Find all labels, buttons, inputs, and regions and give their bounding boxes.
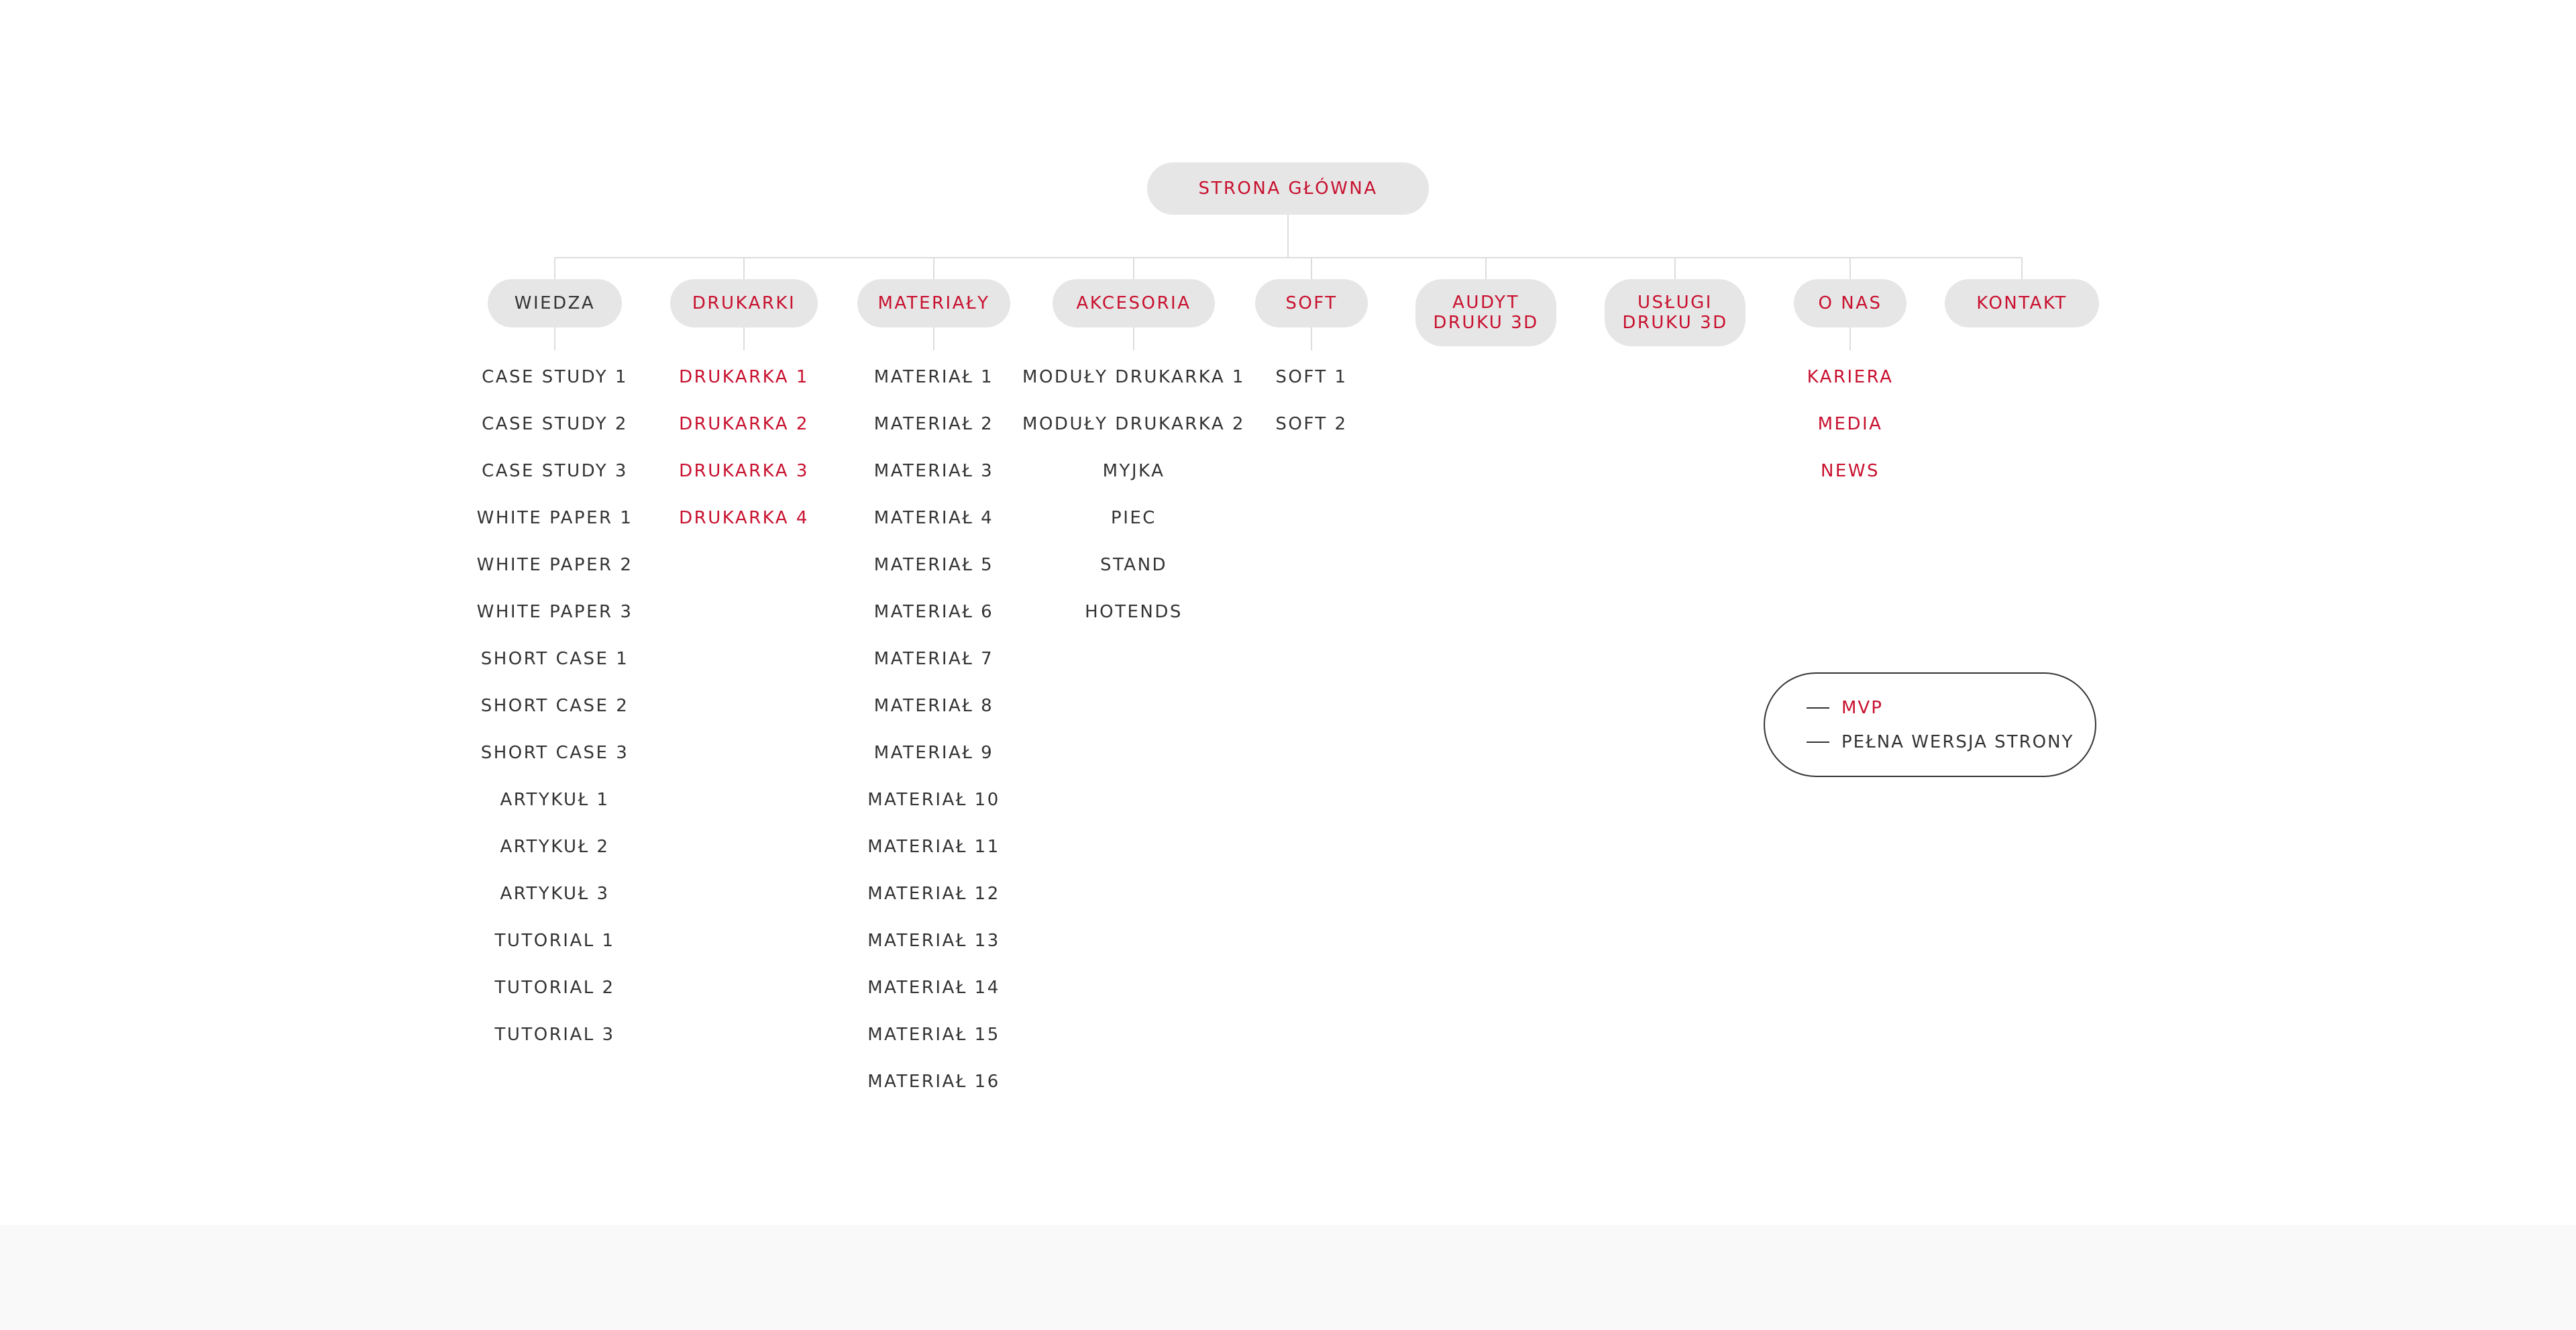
subpage-item[interactable]: MATERIAŁ 2: [874, 414, 994, 434]
subpage-item[interactable]: WHITE PAPER 1: [477, 508, 633, 528]
subpage-item[interactable]: CASE STUDY 1: [482, 367, 628, 387]
footer-band: [0, 1225, 2576, 1330]
subpage-item[interactable]: ARTYKUŁ 3: [500, 884, 609, 904]
node-soft[interactable]: SOFT: [1255, 279, 1368, 327]
subpage-item[interactable]: TUTORIAL 2: [494, 978, 614, 998]
subpage-item[interactable]: DRUKARKA 1: [679, 367, 809, 387]
subpage-item[interactable]: STAND: [1100, 555, 1167, 575]
subpage-item[interactable]: NEWS: [1821, 461, 1880, 481]
legend-entry-full: PEŁNA WERSJA STRONY: [1807, 732, 2074, 752]
legend-entry-mvp: MVP: [1807, 698, 1883, 718]
subpage-item[interactable]: DRUKARKA 3: [679, 461, 809, 481]
subpage-item[interactable]: TUTORIAL 3: [494, 1025, 614, 1045]
subpage-item[interactable]: MATERIAŁ 5: [874, 555, 994, 575]
subpage-item[interactable]: MATERIAŁ 9: [874, 743, 994, 763]
subpage-item[interactable]: CASE STUDY 2: [482, 414, 628, 434]
node-wiedza[interactable]: WIEDZA: [488, 279, 622, 327]
legend: MVP PEŁNA WERSJA STRONY: [1764, 672, 2096, 777]
subpage-item[interactable]: MATERIAŁ 13: [867, 931, 1000, 951]
subpage-item[interactable]: MATERIAŁ 15: [867, 1025, 1000, 1045]
legend-label: MVP: [1841, 698, 1883, 718]
node-uslugi[interactable]: USŁUGI DRUKU 3D: [1605, 279, 1746, 346]
subpage-item[interactable]: CASE STUDY 3: [482, 461, 628, 481]
subpage-item[interactable]: SOFT 1: [1275, 367, 1347, 387]
subpage-item[interactable]: MODUŁY DRUKARKA 1: [1022, 367, 1245, 387]
subpage-item[interactable]: ARTYKUŁ 1: [500, 790, 609, 810]
subpage-item[interactable]: MATERIAŁ 3: [874, 461, 994, 481]
subpage-item[interactable]: PIEC: [1111, 508, 1157, 528]
subpage-item[interactable]: DRUKARKA 2: [679, 414, 809, 434]
subpage-item[interactable]: MATERIAŁ 16: [867, 1072, 1000, 1092]
subpage-item[interactable]: WHITE PAPER 3: [477, 602, 633, 622]
subpage-item[interactable]: SHORT CASE 3: [481, 743, 629, 763]
subpage-item[interactable]: MATERIAŁ 11: [867, 837, 1000, 857]
node-materialy[interactable]: MATERIAŁY: [857, 279, 1010, 327]
subpage-item[interactable]: MATERIAŁ 10: [867, 790, 1000, 810]
node-akcesoria[interactable]: AKCESORIA: [1053, 279, 1215, 327]
subpage-item[interactable]: MATERIAŁ 1: [874, 367, 994, 387]
subpage-item[interactable]: MATERIAŁ 6: [874, 602, 994, 622]
subpage-item[interactable]: SHORT CASE 2: [481, 696, 629, 716]
node-onas[interactable]: O NAS: [1794, 279, 1907, 327]
sitemap-canvas: STRONA GŁÓWNA WIEDZA CASE STUDY 1 CASE STUD…: [0, 0, 2576, 1225]
legend-dash-icon: [1807, 741, 1829, 743]
legend-dash-icon: [1807, 707, 1829, 709]
node-strona-glowna[interactable]: STRONA GŁÓWNA: [1147, 162, 1429, 215]
subpage-item[interactable]: MATERIAŁ 8: [874, 696, 994, 716]
node-kontakt[interactable]: KONTAKT: [1945, 279, 2099, 327]
subpage-item[interactable]: KARIERA: [1807, 367, 1894, 387]
subpage-item[interactable]: SHORT CASE 1: [481, 649, 629, 669]
subpage-item[interactable]: MATERIAŁ 4: [874, 508, 994, 528]
subpage-item[interactable]: MODUŁY DRUKARKA 2: [1022, 414, 1245, 434]
subpage-item[interactable]: MATERIAŁ 7: [874, 649, 994, 669]
node-drukarki[interactable]: DRUKARKI: [670, 279, 818, 327]
subpage-item[interactable]: DRUKARKA 4: [679, 508, 809, 528]
subpage-item[interactable]: ARTYKUŁ 2: [500, 837, 609, 857]
subpage-item[interactable]: MATERIAŁ 12: [867, 884, 1000, 904]
subpage-item[interactable]: HOTENDS: [1085, 602, 1183, 622]
subpage-item[interactable]: MATERIAŁ 14: [867, 978, 1000, 998]
subpage-item[interactable]: MEDIA: [1818, 414, 1883, 434]
legend-label: PEŁNA WERSJA STRONY: [1841, 732, 2074, 752]
subpage-item[interactable]: MYJKA: [1103, 461, 1165, 481]
subpage-item[interactable]: SOFT 2: [1275, 414, 1347, 434]
node-audyt[interactable]: AUDYT DRUKU 3D: [1415, 279, 1556, 346]
subpage-item[interactable]: WHITE PAPER 2: [477, 555, 633, 575]
subpage-item[interactable]: TUTORIAL 1: [494, 931, 614, 951]
